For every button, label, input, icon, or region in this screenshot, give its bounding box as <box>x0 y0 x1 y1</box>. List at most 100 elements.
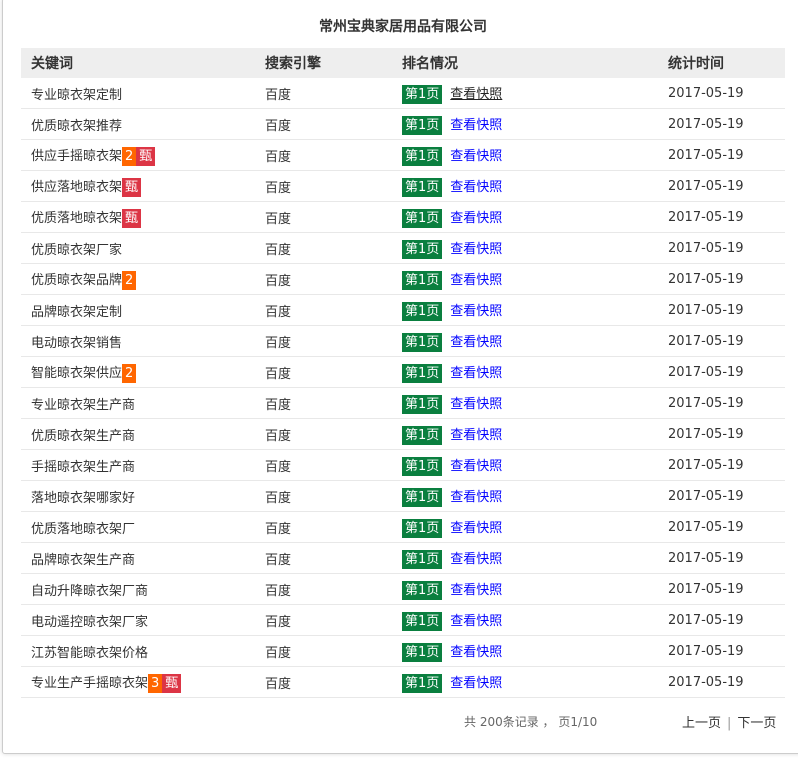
table-row: 品牌晾衣架定制 百度 第1页 查看快照 2017-05-19 <box>21 294 785 326</box>
view-snapshot-link[interactable]: 查看快照 <box>450 397 502 412</box>
date-cell: 2017-05-19 <box>658 263 785 295</box>
rank-badge: 第1页 <box>402 549 443 569</box>
rank-badge: 第1页 <box>402 363 443 383</box>
rank-cell: 第1页 查看快照 <box>392 635 658 667</box>
rank-badge: 第1页 <box>402 84 443 104</box>
rank-badge: 第1页 <box>402 580 443 600</box>
table-row: 电动遥控晾衣架厂家 百度 第1页 查看快照 2017-05-19 <box>21 604 785 636</box>
view-snapshot-link[interactable]: 查看快照 <box>450 645 502 660</box>
keyword-cell: 专业生产手摇晾衣架 3 甄 <box>21 666 255 698</box>
keyword: 优质落地晾衣架厂 <box>31 521 136 537</box>
table-row: 专业晾衣架定制 百度 第1页 查看快照 2017-05-19 <box>21 78 785 109</box>
keyword-cell: 优质落地晾衣架甄 <box>21 201 255 233</box>
ranking-table: 关键词 搜索引擎 排名情况 统计时间 专业晾衣架定制 百度 第1页 查看快照 20… <box>21 48 785 698</box>
keyword: 电动遥控晾衣架厂家 <box>31 614 149 630</box>
view-snapshot-link[interactable]: 查看快照 <box>450 583 502 598</box>
date-cell: 2017-05-19 <box>658 170 785 202</box>
record-summary: 共 200条记录 ， 页1/10 <box>464 715 598 729</box>
view-snapshot-link[interactable]: 查看快照 <box>450 428 502 443</box>
next-page-button[interactable]: 下一页 <box>737 716 776 731</box>
keyword: 手摇晾衣架生产商 <box>31 459 136 475</box>
view-snapshot-link[interactable]: 查看快照 <box>450 304 502 319</box>
rank-cell: 第1页 查看快照 <box>392 263 658 295</box>
col-engine: 搜索引擎 <box>255 48 392 78</box>
view-snapshot-link[interactable]: 查看快照 <box>450 242 502 257</box>
zhen-badge: 甄 <box>162 673 182 693</box>
engine-cell: 百度 <box>255 573 392 605</box>
table-row: 专业生产手摇晾衣架 3 甄 百度 第1页 查看快照 2017-05-19 <box>21 666 785 698</box>
rank-cell: 第1页 查看快照 <box>392 356 658 388</box>
engine-cell: 百度 <box>255 325 392 357</box>
rank-badge: 第1页 <box>402 332 443 352</box>
pagination: 上一页 | 下一页 <box>682 712 776 731</box>
keyword-cell: 专业晾衣架定制 <box>21 78 255 109</box>
view-snapshot-link[interactable]: 查看快照 <box>450 118 502 133</box>
view-snapshot-link[interactable]: 查看快照 <box>450 614 502 629</box>
company-title: 常州宝典家居用品有限公司 <box>319 19 487 35</box>
keyword: 优质晾衣架品牌 <box>31 272 123 288</box>
rank-cell: 第1页 查看快照 <box>392 573 658 605</box>
view-snapshot-link[interactable]: 查看快照 <box>450 366 502 381</box>
engine-cell: 百度 <box>255 604 392 636</box>
zhen-badge: 甄 <box>122 177 142 197</box>
engine-cell: 百度 <box>255 449 392 481</box>
date-cell: 2017-05-19 <box>658 635 785 667</box>
table-row: 优质晾衣架生产商 百度 第1页 查看快照 2017-05-19 <box>21 418 785 450</box>
keyword-cell: 自动升降晾衣架厂商 <box>21 573 255 605</box>
zhen-badge: 甄 <box>136 146 156 166</box>
keyword-cell: 供应手摇晾衣架 2 甄 <box>21 139 255 171</box>
keyword: 优质晾衣架推荐 <box>31 118 123 134</box>
keyword-cell: 落地晾衣架哪家好 <box>21 480 255 512</box>
view-snapshot-link[interactable]: 查看快照 <box>450 521 502 536</box>
date-cell: 2017-05-19 <box>658 604 785 636</box>
col-keyword: 关键词 <box>21 48 255 78</box>
date-cell: 2017-05-19 <box>658 201 785 233</box>
rank-badge: 第1页 <box>402 270 443 290</box>
view-snapshot-link[interactable]: 查看快照 <box>450 180 502 195</box>
rank-cell: 第1页 查看快照 <box>392 387 658 419</box>
table-row: 落地晾衣架哪家好 百度 第1页 查看快照 2017-05-19 <box>21 480 785 512</box>
keyword-cell: 电动遥控晾衣架厂家 <box>21 604 255 636</box>
rank-badge: 第1页 <box>402 673 443 693</box>
date-cell: 2017-05-19 <box>658 325 785 357</box>
count-badge: 2 <box>122 146 137 166</box>
view-snapshot-link[interactable]: 查看快照 <box>450 676 502 691</box>
keyword: 专业生产手摇晾衣架 <box>31 675 149 691</box>
pager-separator: | <box>727 716 732 731</box>
view-snapshot-link[interactable]: 查看快照 <box>450 273 502 288</box>
keyword: 专业晾衣架生产商 <box>31 397 136 413</box>
table-row: 江苏智能晾衣架价格 百度 第1页 查看快照 2017-05-19 <box>21 635 785 667</box>
view-snapshot-link[interactable]: 查看快照 <box>450 490 502 505</box>
date-cell: 2017-05-19 <box>658 387 785 419</box>
rank-cell: 第1页 查看快照 <box>392 232 658 264</box>
rank-cell: 第1页 查看快照 <box>392 418 658 450</box>
view-snapshot-link[interactable]: 查看快照 <box>450 149 502 164</box>
view-snapshot-link[interactable]: 查看快照 <box>450 87 502 102</box>
engine-cell: 百度 <box>255 635 392 667</box>
view-snapshot-link[interactable]: 查看快照 <box>450 335 502 350</box>
view-snapshot-link[interactable]: 查看快照 <box>450 552 502 567</box>
keyword-ranking-dialog: 常州宝典家居用品有限公司 关键词 搜索引擎 排名情况 统计时间 专业晾衣架定制 … <box>2 0 798 754</box>
keyword: 江苏智能晾衣架价格 <box>31 645 149 661</box>
rank-badge: 第1页 <box>402 487 443 507</box>
keyword: 智能晾衣架供应 <box>31 365 123 381</box>
keyword: 品牌晾衣架定制 <box>31 304 123 320</box>
prev-page-button[interactable]: 上一页 <box>682 716 721 731</box>
rank-badge: 第1页 <box>402 518 443 538</box>
table-row: 优质落地晾衣架厂 百度 第1页 查看快照 2017-05-19 <box>21 511 785 543</box>
engine-cell: 百度 <box>255 418 392 450</box>
rank-cell: 第1页 查看快照 <box>392 170 658 202</box>
rank-badge: 第1页 <box>402 301 443 321</box>
engine-cell: 百度 <box>255 232 392 264</box>
rank-cell: 第1页 查看快照 <box>392 325 658 357</box>
engine-cell: 百度 <box>255 387 392 419</box>
rank-badge: 第1页 <box>402 146 443 166</box>
engine-cell: 百度 <box>255 201 392 233</box>
engine-cell: 百度 <box>255 480 392 512</box>
engine-cell: 百度 <box>255 542 392 574</box>
keyword-cell: 品牌晾衣架生产商 <box>21 542 255 574</box>
view-snapshot-link[interactable]: 查看快照 <box>450 459 502 474</box>
table-header: 关键词 搜索引擎 排名情况 统计时间 <box>21 48 785 78</box>
view-snapshot-link[interactable]: 查看快照 <box>450 211 502 226</box>
keyword-cell: 专业晾衣架生产商 <box>21 387 255 419</box>
